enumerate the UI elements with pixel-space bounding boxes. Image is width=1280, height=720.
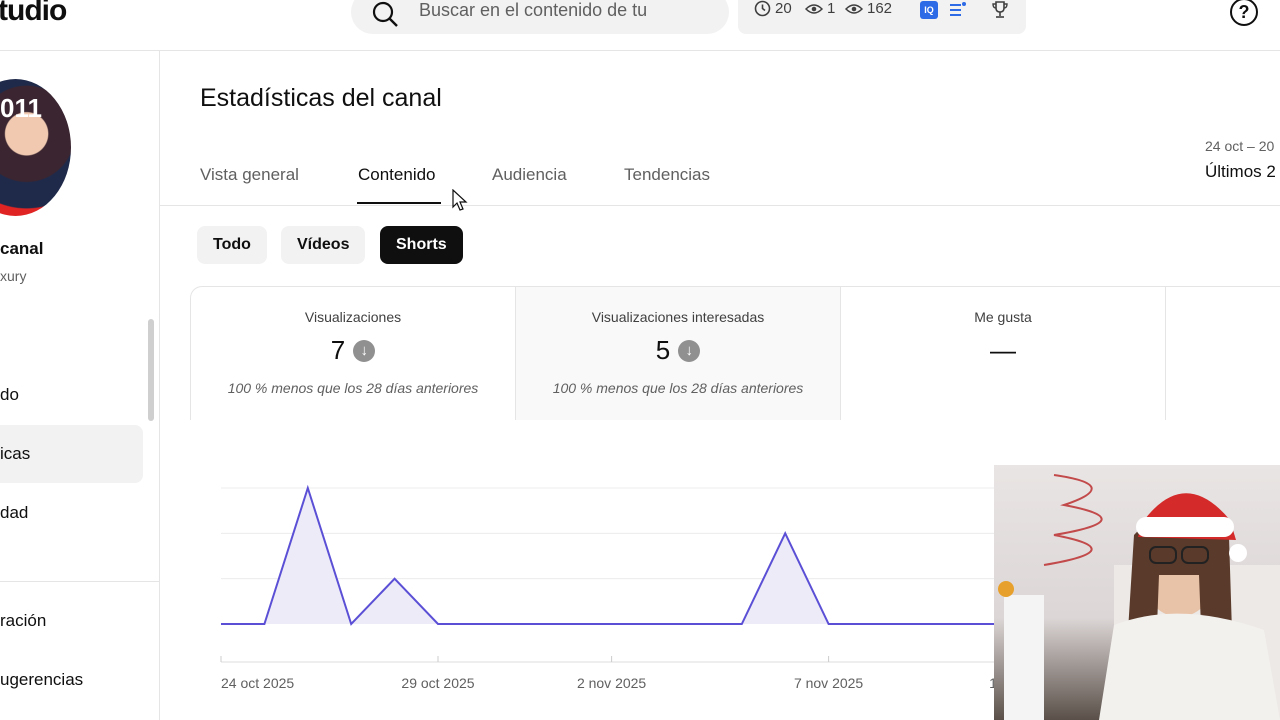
chart-x-tick-label: 2 nov 2025 bbox=[577, 675, 646, 691]
vidiq-icon[interactable]: IQ bbox=[920, 1, 938, 19]
eye-icon bbox=[845, 3, 863, 14]
channel-avatar[interactable]: 011 bbox=[0, 79, 71, 216]
mouse-cursor-icon bbox=[452, 189, 468, 211]
metric-value-number: 5 bbox=[655, 335, 671, 365]
metrics-panel: Visualizaciones 7 ↓ 100 % menos que los … bbox=[190, 286, 1280, 420]
sidebar-item-label: ugerencias bbox=[0, 670, 84, 689]
metric-value: — bbox=[841, 335, 1165, 366]
date-range-text[interactable]: 24 oct – 20 bbox=[1205, 138, 1274, 154]
metric-card-views[interactable]: Visualizaciones 7 ↓ 100 % menos que los … bbox=[191, 287, 516, 420]
arrow-down-icon: ↓ bbox=[678, 339, 701, 362]
metric-card-likes[interactable]: Me gusta — bbox=[841, 287, 1166, 420]
extension-stats-bar: 20 1 162 IQ bbox=[738, 0, 1026, 34]
webcam-person-illustration bbox=[998, 474, 1280, 720]
list-icon[interactable] bbox=[948, 1, 966, 19]
filter-chip-all[interactable]: Todo bbox=[197, 226, 267, 264]
metric-card-more[interactable] bbox=[1166, 287, 1280, 420]
tab-content[interactable]: Contenido bbox=[358, 165, 436, 185]
metric-title: Visualizaciones interesadas bbox=[591, 309, 765, 325]
sidebar-item-label: dad bbox=[0, 503, 29, 522]
page-title: Estadísticas del canal bbox=[200, 84, 442, 112]
metric-value-number: 7 bbox=[330, 335, 346, 365]
sidebar-item-content[interactable]: do bbox=[0, 366, 143, 424]
sidebar-item-feedback[interactable]: ugerencias bbox=[0, 651, 143, 709]
sidebar-item-label: ración bbox=[0, 611, 47, 630]
eye-icon bbox=[805, 3, 823, 14]
filter-chip-videos[interactable]: Vídeos bbox=[281, 226, 366, 264]
metric-comparison: 100 % menos que los 28 días anteriores bbox=[552, 380, 804, 396]
metric-comparison: 100 % menos que los 28 días anteriores bbox=[227, 380, 479, 396]
sidebar-item-analytics[interactable]: icas bbox=[0, 425, 143, 483]
metric-title: Me gusta bbox=[974, 309, 1032, 325]
top-bar: tudio 20 1 162 IQ ? bbox=[0, 0, 1280, 51]
metric-value: 5 ↓ bbox=[516, 335, 840, 366]
metric-card-engaged-views[interactable]: Visualizaciones interesadas 5 ↓ 100 % me… bbox=[516, 287, 841, 420]
sidebar-item-community[interactable]: dad bbox=[0, 484, 143, 542]
tab-trends[interactable]: Tendencias bbox=[624, 165, 710, 185]
search-icon bbox=[372, 1, 398, 27]
ext-stat-views[interactable]: 162 bbox=[845, 0, 892, 17]
help-icon[interactable]: ? bbox=[1230, 0, 1258, 26]
channel-name: canal bbox=[0, 239, 44, 258]
tab-overview[interactable]: Vista general bbox=[200, 165, 299, 185]
sidebar-item-settings[interactable]: ración bbox=[0, 592, 143, 650]
ext-stat-hours-value: 20 bbox=[775, 0, 792, 17]
channel-handle: xury bbox=[0, 268, 27, 284]
avatar-logo-mark: 011 bbox=[0, 93, 42, 123]
filter-chip-shorts[interactable]: Shorts bbox=[380, 226, 463, 264]
ext-stat-hours[interactable]: 20 bbox=[754, 0, 792, 17]
date-preset-text[interactable]: Últimos 2 bbox=[1205, 162, 1276, 182]
trophy-icon[interactable] bbox=[990, 0, 1010, 20]
sidebar-divider bbox=[0, 581, 159, 582]
clock-icon bbox=[754, 0, 771, 17]
studio-logo[interactable]: tudio bbox=[0, 0, 67, 28]
chart-area bbox=[221, 488, 1000, 624]
search-input[interactable] bbox=[419, 0, 709, 20]
sidebar-item-label: do bbox=[0, 385, 19, 404]
tabs-divider bbox=[160, 205, 1280, 206]
active-tab-indicator bbox=[357, 202, 441, 204]
ext-stat-live-value: 1 bbox=[827, 0, 836, 17]
ext-stat-views-value: 162 bbox=[867, 0, 893, 17]
sidebar-scrollbar[interactable] bbox=[148, 319, 154, 421]
chart-x-tick-label: 29 oct 2025 bbox=[401, 675, 474, 691]
webcam-overlay bbox=[994, 465, 1280, 720]
sidebar: 011 canal xury do icas dad ración ugeren… bbox=[0, 51, 160, 720]
search-box[interactable] bbox=[351, 0, 729, 34]
arrow-down-icon: ↓ bbox=[353, 339, 376, 362]
metric-value: 7 ↓ bbox=[191, 335, 515, 366]
sidebar-item-label: icas bbox=[0, 444, 31, 463]
chart-x-tick-label: 7 nov 2025 bbox=[794, 675, 863, 691]
chart-x-tick-label: 24 oct 2025 bbox=[221, 675, 294, 691]
tab-audience[interactable]: Audiencia bbox=[492, 165, 567, 185]
metric-value-number: — bbox=[990, 335, 1016, 365]
metric-title: Visualizaciones bbox=[304, 309, 402, 325]
views-chart: 24 oct 2025 29 oct 2025 2 nov 2025 7 nov 20… bbox=[220, 484, 1000, 691]
ext-stat-live[interactable]: 1 bbox=[805, 0, 835, 17]
